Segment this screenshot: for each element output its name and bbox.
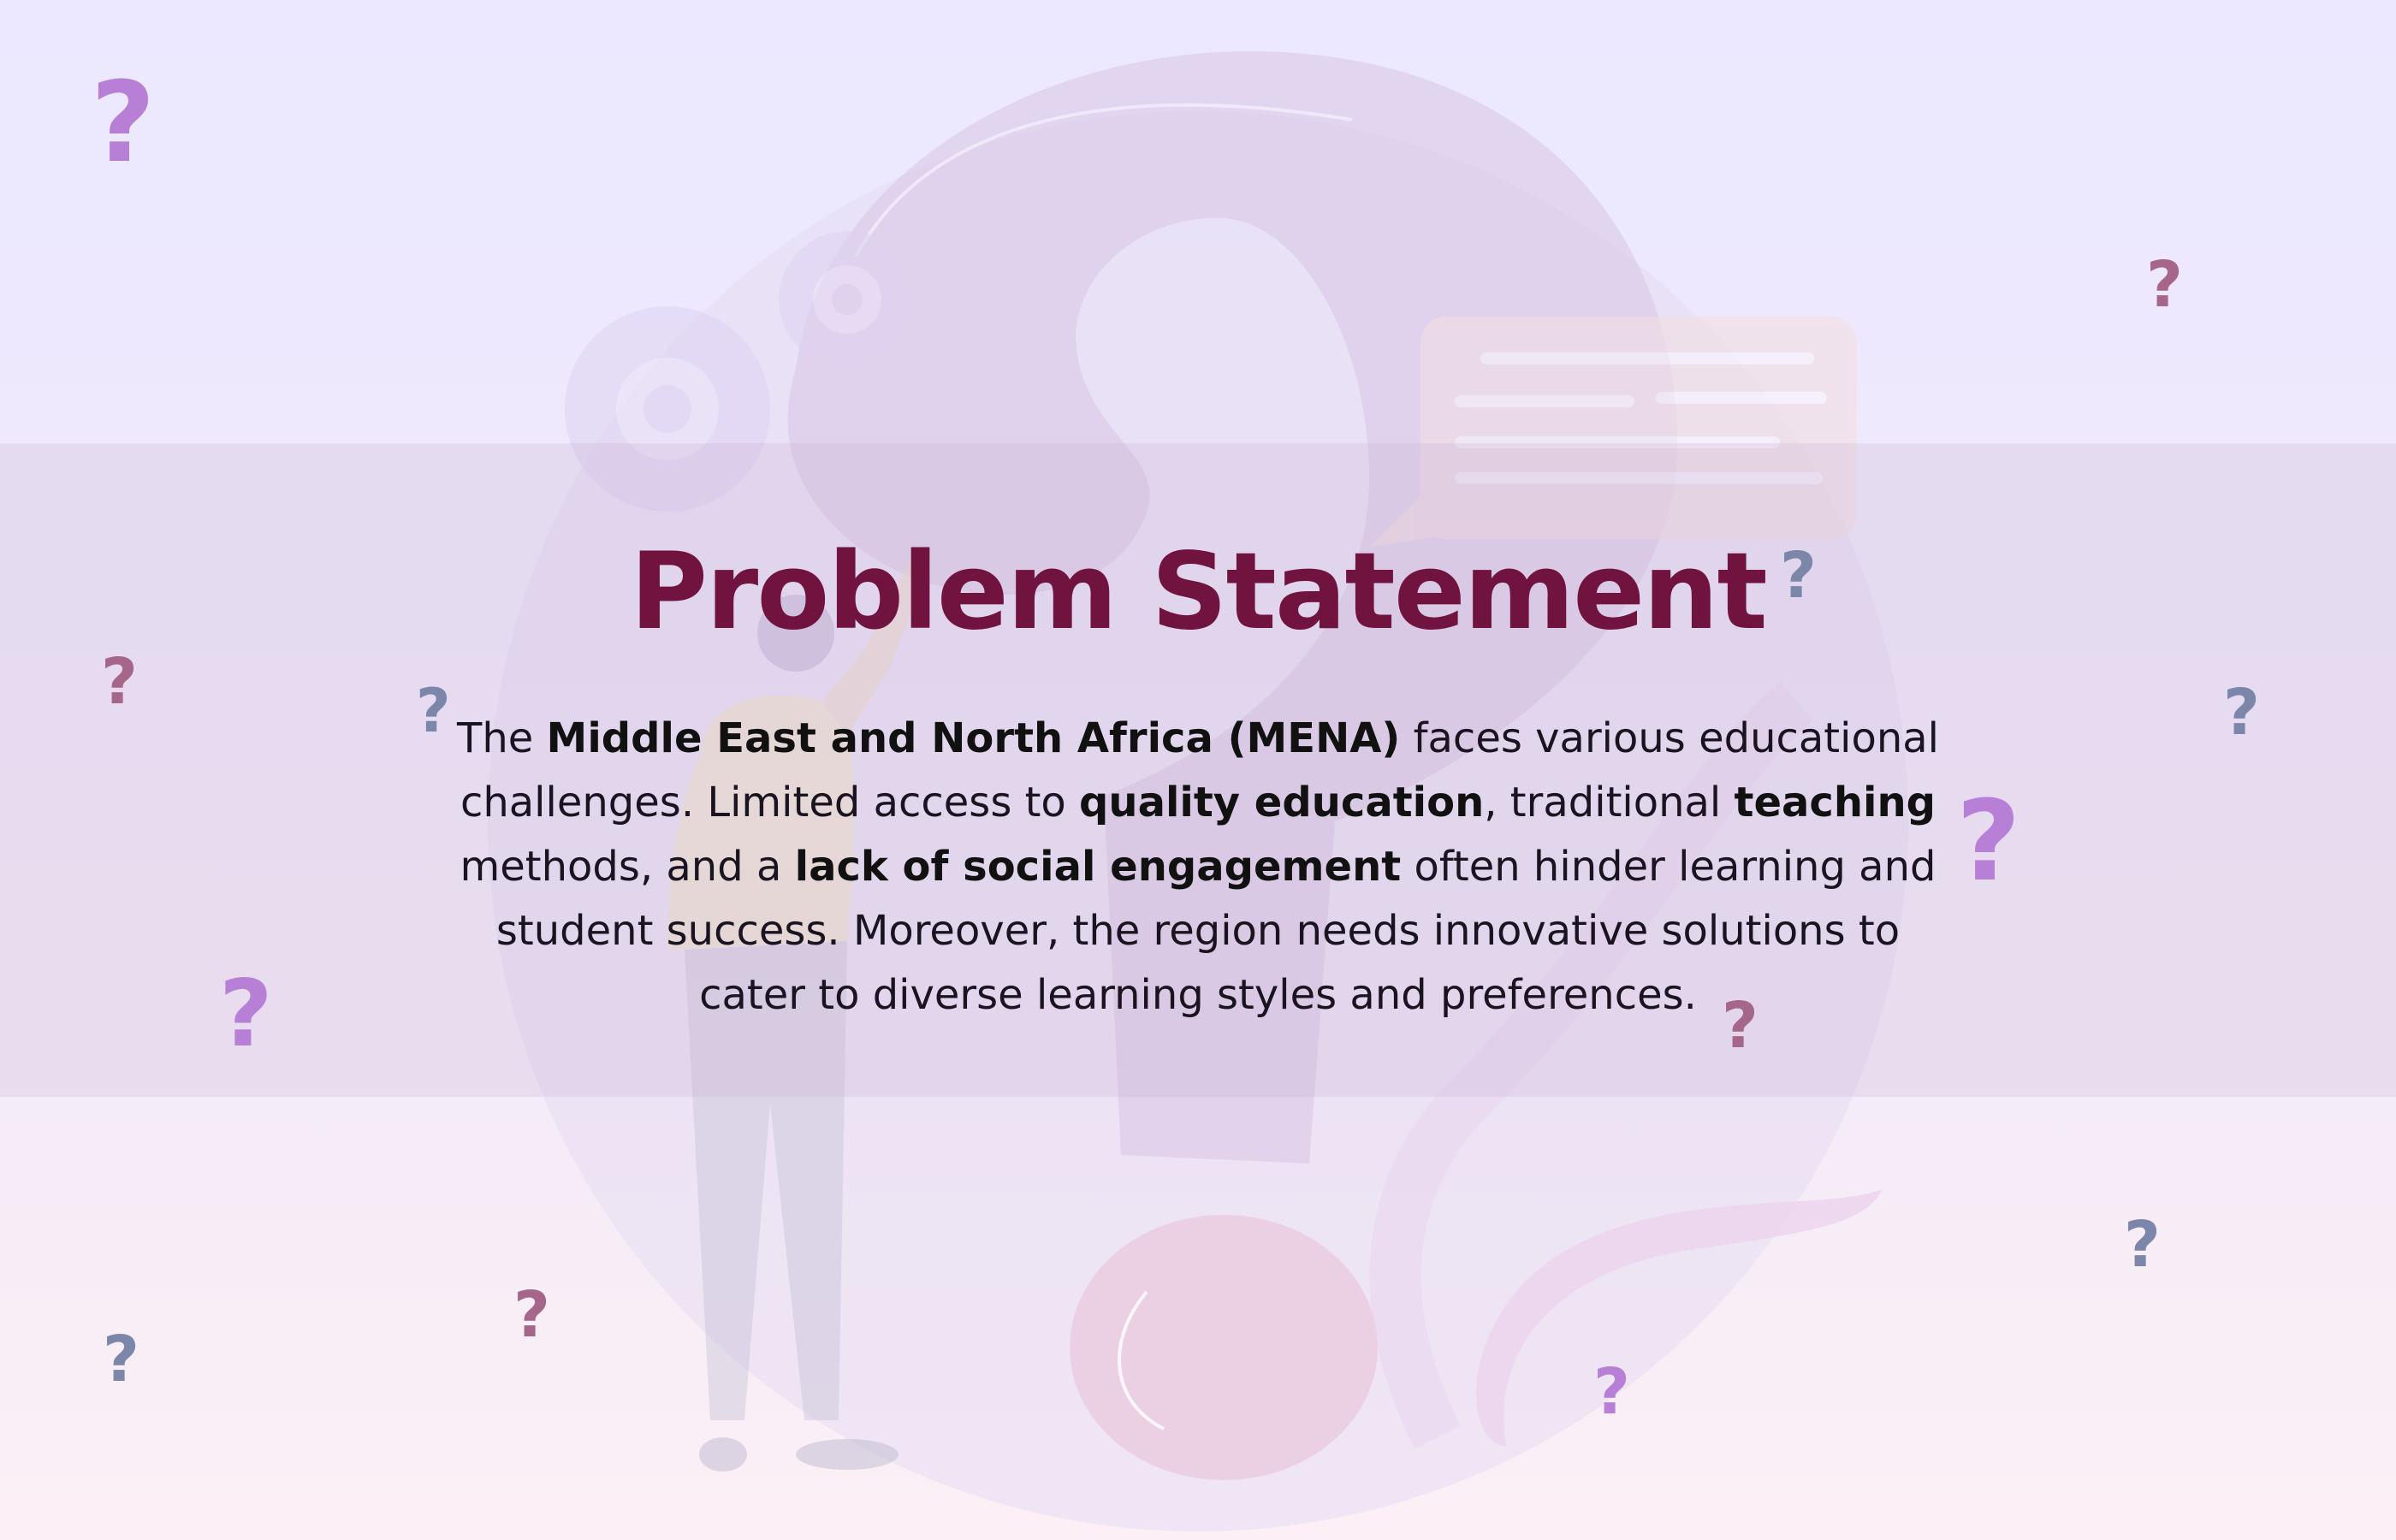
- page-title: Problem Statement: [630, 530, 1767, 654]
- question-mark-icon: ?: [2124, 1208, 2161, 1282]
- question-mark-icon: ?: [2146, 248, 2183, 322]
- question-mark-icon: ?: [91, 57, 156, 187]
- question-dot-shape: [1070, 1215, 1378, 1480]
- question-mark-icon: ?: [103, 1323, 139, 1396]
- question-mark-icon: ?: [101, 645, 138, 719]
- question-mark-icon: ?: [219, 961, 273, 1068]
- question-mark-icon: ?: [1593, 1355, 1630, 1429]
- question-mark-icon: ?: [1956, 776, 2021, 906]
- problem-description: The Middle East and North Africa (MENA) …: [457, 714, 1939, 1019]
- question-mark-icon: ?: [2223, 676, 2260, 749]
- question-mark-icon: ?: [513, 1278, 550, 1352]
